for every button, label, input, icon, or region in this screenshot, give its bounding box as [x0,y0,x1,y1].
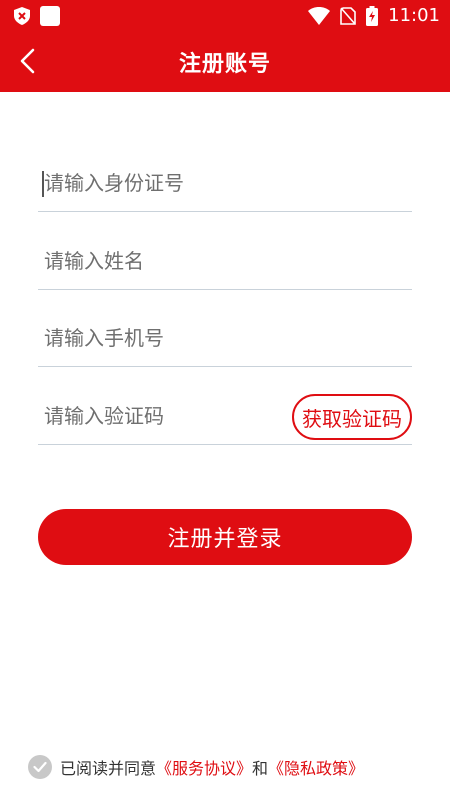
phone-input[interactable] [44,318,284,358]
status-left [14,6,60,26]
status-time: 11:01 [388,5,440,26]
no-sim-icon [340,7,356,25]
name-field [38,237,412,290]
notification-icon [40,6,60,26]
verification-code-input[interactable] [44,396,284,436]
privacy-policy-link[interactable]: 《隐私政策》 [268,755,364,779]
app-header: 11:01 注册账号 [0,0,450,92]
wifi-icon [308,7,331,25]
register-login-button[interactable]: 注册并登录 [38,509,412,565]
agreement-prefix: 已阅读并同意 [60,759,157,778]
verification-code-field: 获取验证码 [38,392,412,445]
agreement-row: 已阅读并同意 《服务协议》 和 《隐私政策》 [28,752,438,782]
shield-icon [14,7,30,25]
status-bar: 11:01 [0,0,450,32]
id-number-input[interactable] [44,163,284,203]
id-number-field [38,159,412,212]
get-code-button[interactable]: 获取验证码 [292,394,412,440]
agreement-and: 和 [252,759,269,778]
service-agreement-link[interactable]: 《服务协议》 [156,755,252,779]
battery-charging-icon [366,6,379,26]
status-right: 11:01 [308,5,440,27]
name-input[interactable] [44,241,284,281]
title-bar: 注册账号 [0,32,450,92]
check-icon [33,761,47,773]
agree-checkbox[interactable] [28,755,52,779]
phone-field [38,314,412,367]
page-title: 注册账号 [178,52,271,77]
